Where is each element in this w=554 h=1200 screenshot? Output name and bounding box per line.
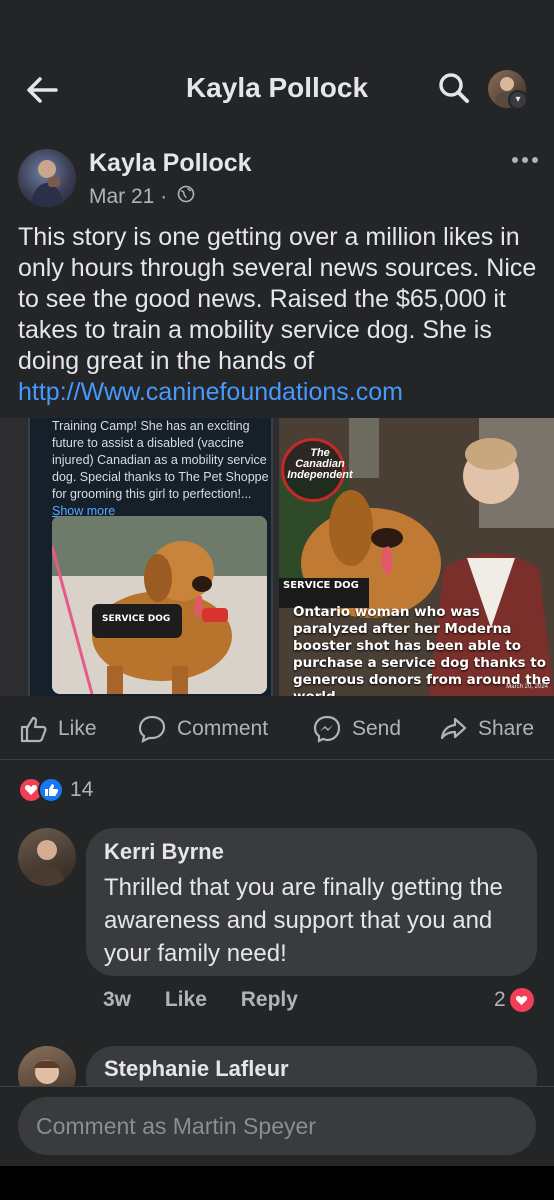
send-label: Send: [352, 717, 402, 740]
share-label: Share: [478, 717, 535, 740]
news-panel: The Canadian Independent SERVICE DOG Ont…: [279, 418, 554, 696]
comment-author[interactable]: Kerri Byrne: [104, 839, 519, 865]
reaction-count: 14: [70, 778, 94, 801]
comment-icon: [138, 715, 166, 743]
post-header: Kayla Pollock Mar 21 ·: [0, 145, 554, 215]
commenter-avatar[interactable]: [18, 828, 76, 886]
post-media[interactable]: Training Camp! She has an exciting futur…: [0, 418, 554, 696]
system-nav-bar: [0, 1166, 554, 1200]
news-vest-label: SERVICE DOG: [283, 580, 359, 591]
news-caption: Ontario woman who was paralyzed after he…: [293, 604, 551, 696]
dog-photo: SERVICE DOG: [52, 516, 267, 694]
screenshot-text: Training Camp! She has an exciting futur…: [52, 419, 269, 518]
screenshot-panel: Training Camp! She has an exciting futur…: [28, 418, 273, 696]
love-reaction-icon: [509, 988, 534, 1012]
chevron-down-icon[interactable]: ▾: [508, 90, 528, 110]
like-label: Like: [58, 717, 97, 740]
post-body: This story is one getting over a million…: [18, 223, 537, 375]
comment-input[interactable]: [18, 1097, 536, 1155]
post-text: This story is one getting over a million…: [18, 222, 543, 408]
comment-label: Comment: [177, 717, 269, 740]
post-date[interactable]: Mar 21 ·: [89, 185, 167, 208]
globe-icon: [177, 185, 195, 209]
comment-button[interactable]: Comment: [137, 714, 268, 744]
comment-reaction[interactable]: 2: [494, 988, 534, 1012]
post-actions: Like Comment Send Share: [0, 700, 554, 760]
comment-reply-button[interactable]: Reply: [241, 988, 298, 1011]
share-button[interactable]: Share: [438, 714, 534, 744]
comment-text: Thrilled that you are finally getting th…: [104, 874, 503, 967]
comment-actions: 3w Like Reply: [103, 988, 326, 1012]
thumbs-up-icon: [20, 716, 47, 743]
share-icon: [440, 717, 467, 740]
comment-composer: [0, 1086, 554, 1166]
news-date: March 20, 2024: [506, 684, 548, 690]
comment-time: 3w: [103, 988, 132, 1011]
author-avatar[interactable]: [18, 149, 76, 207]
reaction-summary[interactable]: 14: [18, 775, 93, 805]
comment-reaction-count: 2: [494, 988, 506, 1011]
more-options-icon[interactable]: [510, 153, 540, 167]
search-icon[interactable]: [436, 70, 472, 106]
top-bar: Kayla Pollock ▾: [0, 0, 554, 130]
vest-label: SERVICE DOG: [102, 614, 171, 624]
comment-author[interactable]: Stephanie Lafleur: [104, 1056, 519, 1082]
news-logo-text: The Canadian Independent: [287, 447, 353, 481]
comment-bubble[interactable]: Kerri Byrne Thrilled that you are finall…: [86, 828, 537, 976]
comment-like-button[interactable]: Like: [165, 988, 207, 1011]
send-button[interactable]: Send: [312, 714, 401, 744]
post-link[interactable]: http://Www.caninefoundations.com: [18, 378, 403, 406]
author-name[interactable]: Kayla Pollock: [89, 149, 252, 178]
like-reaction-icon: [38, 777, 64, 803]
messenger-icon: [313, 715, 341, 743]
post-meta: Mar 21 ·: [89, 185, 195, 209]
like-button[interactable]: Like: [18, 714, 97, 744]
